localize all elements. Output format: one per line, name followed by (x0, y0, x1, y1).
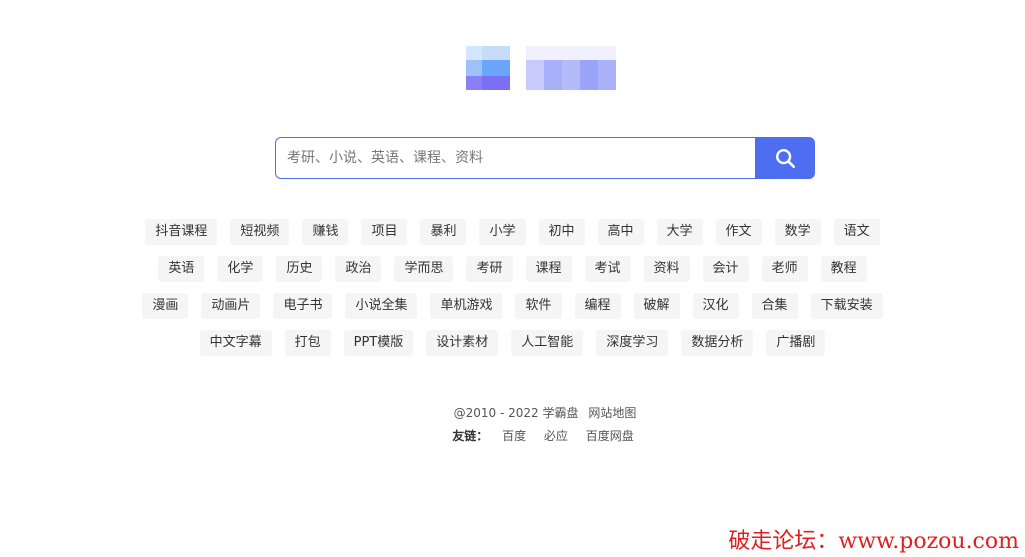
search-bar (275, 137, 815, 179)
tag[interactable]: 数据分析 (681, 330, 754, 356)
tag-row: 英语 化学 历史 政治 学而思 考研 课程 考试 资料 会计 老师 教程 (158, 256, 867, 282)
tag[interactable]: 高中 (597, 219, 644, 245)
tag[interactable]: 人工智能 (511, 330, 584, 356)
tag[interactable]: 作文 (715, 219, 762, 245)
tag-row: 抖音课程 短视频 赚钱 项目 暴利 小学 初中 高中 大学 作文 数学 语文 (145, 219, 880, 245)
tag[interactable]: 深度学习 (596, 330, 669, 356)
tag[interactable]: 学而思 (394, 256, 454, 282)
tag[interactable]: 软件 (515, 293, 562, 319)
tag[interactable]: 小学 (479, 219, 526, 245)
tag[interactable]: 设计素材 (426, 330, 499, 356)
tag[interactable]: 老师 (761, 256, 808, 282)
tag[interactable]: 动画片 (201, 293, 261, 319)
tag[interactable]: 汉化 (692, 293, 739, 319)
tag[interactable]: 中文字幕 (199, 330, 272, 356)
tag[interactable]: 英语 (158, 256, 205, 282)
tag[interactable]: 单机游戏 (430, 293, 503, 319)
tag[interactable]: 会计 (702, 256, 749, 282)
copyright-line: @2010 - 2022 学霸盘 网站地图 (0, 402, 1025, 425)
tag[interactable]: 暴利 (420, 219, 467, 245)
tag[interactable]: 小说全集 (345, 293, 418, 319)
tag[interactable]: 破解 (633, 293, 680, 319)
site-logo (466, 46, 616, 92)
watermark: 破走论坛：www.pozou.com (728, 529, 1019, 554)
tag[interactable]: 编程 (574, 293, 621, 319)
tag[interactable]: 课程 (525, 256, 572, 282)
copyright-text: @2010 - 2022 学霸盘 (453, 406, 579, 420)
tag[interactable]: 大学 (656, 219, 703, 245)
link-bing[interactable]: 必应 (544, 429, 568, 443)
tag-row: 漫画 动画片 电子书 小说全集 单机游戏 软件 编程 破解 汉化 合集 下载安装 (142, 293, 883, 319)
friend-links: 友链： 百度 必应 百度网盘 (0, 425, 1025, 448)
tag[interactable]: 合集 (751, 293, 798, 319)
tag-row: 中文字幕 打包 PPT模版 设计素材 人工智能 深度学习 数据分析 广播剧 (199, 330, 826, 356)
hot-tags: 抖音课程 短视频 赚钱 项目 暴利 小学 初中 高中 大学 作文 数学 语文 英… (140, 219, 885, 356)
tag[interactable]: 赚钱 (302, 219, 349, 245)
search-icon (776, 149, 795, 168)
tag[interactable]: 电子书 (273, 293, 333, 319)
link-baidu[interactable]: 百度 (502, 429, 526, 443)
tag[interactable]: PPT模版 (343, 330, 414, 356)
tag[interactable]: 项目 (361, 219, 408, 245)
sitemap-link[interactable]: 网站地图 (588, 406, 636, 420)
search-input[interactable] (275, 137, 755, 179)
tag[interactable]: 教程 (820, 256, 867, 282)
tag[interactable]: 政治 (335, 256, 382, 282)
tag[interactable]: 考试 (584, 256, 631, 282)
friend-links-label: 友链： (452, 429, 489, 443)
tag[interactable]: 初中 (538, 219, 585, 245)
footer: @2010 - 2022 学霸盘 网站地图 友链： 百度 必应 百度网盘 (0, 402, 1025, 448)
tag[interactable]: 打包 (284, 330, 331, 356)
link-baidu-pan[interactable]: 百度网盘 (586, 429, 634, 443)
tag[interactable]: 抖音课程 (145, 219, 218, 245)
tag[interactable]: 历史 (276, 256, 323, 282)
tag[interactable]: 数学 (774, 219, 821, 245)
tag[interactable]: 下载安装 (810, 293, 883, 319)
search-button[interactable] (755, 137, 815, 179)
tag[interactable]: 短视频 (230, 219, 290, 245)
tag[interactable]: 资料 (643, 256, 690, 282)
tag[interactable]: 语文 (833, 219, 880, 245)
tag[interactable]: 广播剧 (766, 330, 826, 356)
tag[interactable]: 考研 (466, 256, 513, 282)
tag[interactable]: 漫画 (142, 293, 189, 319)
tag[interactable]: 化学 (217, 256, 264, 282)
